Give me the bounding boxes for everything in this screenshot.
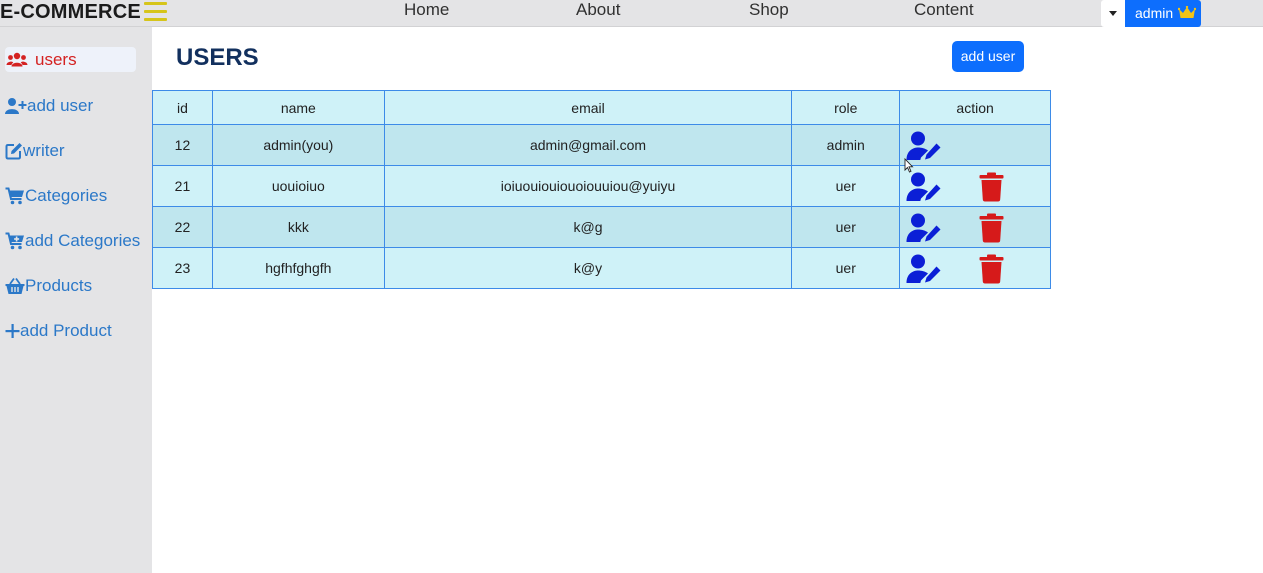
edit-user-icon[interactable] [906, 172, 942, 202]
cell-id: 22 [152, 206, 213, 248]
sidebar-item-add-categories[interactable]: add Categories [5, 228, 140, 253]
cell-name: kkk [211, 206, 385, 248]
edit-user-icon[interactable] [906, 213, 942, 243]
cell-id: 21 [152, 165, 213, 207]
plus-icon [5, 323, 20, 338]
nav-link-shop[interactable]: Shop [749, 0, 789, 22]
sidebar-item-add-user[interactable]: add user [5, 93, 93, 118]
cell-id: 12 [152, 124, 213, 166]
edit-user-icon[interactable] [906, 131, 942, 161]
column-header-role: role [791, 90, 901, 125]
mouse-cursor-icon [904, 158, 914, 173]
cell-role: uer [791, 206, 901, 248]
caret-down-icon [1109, 11, 1117, 16]
cell-action [899, 247, 1051, 289]
sidebar-item-label: users [35, 49, 77, 69]
delete-trash-icon[interactable] [979, 172, 1004, 202]
sidebar-item-label: Products [25, 275, 93, 295]
table-row: 23 hgfhfghgfh k@y uer [152, 247, 1051, 289]
sidebar-item-writer[interactable]: writer [5, 138, 65, 163]
user-plus-icon [5, 97, 27, 114]
cell-action [899, 165, 1051, 207]
cart-plus-icon [5, 232, 24, 249]
cell-id: 23 [152, 247, 213, 289]
sidebar-item-users[interactable]: users [5, 47, 136, 72]
basket-icon [5, 277, 25, 294]
add-user-button[interactable]: add user [952, 41, 1024, 72]
table-row: 21 uouioiuo ioiuouiouiouoiouuiou@yuiyu u… [152, 165, 1051, 207]
sidebar-item-label: Categories [25, 185, 108, 205]
admin-user-label: admin [1135, 5, 1174, 21]
sidebar-item-label: add user [27, 95, 94, 115]
page-title: USERS [176, 44, 259, 71]
edit-user-icon[interactable] [906, 254, 942, 284]
nav-link-home[interactable]: Home [404, 0, 449, 22]
column-header-action: action [899, 90, 1051, 125]
column-header-email: email [383, 90, 793, 125]
table-row: 22 kkk k@g uer [152, 206, 1051, 248]
sidebar-item-add-product[interactable]: add Product [5, 318, 112, 343]
column-header-name: name [211, 90, 385, 125]
cell-role: admin [791, 124, 901, 166]
users-table: id name email role action 12 admin(you) … [152, 90, 1051, 289]
cell-name: admin(you) [211, 124, 385, 166]
top-navbar: E-COMMERCE Home About Shop Content admin [0, 0, 1263, 27]
cell-email: ioiuouiouiouoiouuiou@yuiyu [383, 165, 793, 207]
cell-role: uer [791, 247, 901, 289]
sidebar-item-products[interactable]: Products [5, 273, 92, 298]
sidebar: users add user writer Categories add Cat… [0, 27, 152, 573]
cart-icon [5, 187, 24, 204]
nav-link-about[interactable]: About [576, 0, 620, 22]
delete-trash-icon[interactable] [979, 254, 1004, 284]
cell-email: k@g [383, 206, 793, 248]
sidebar-item-label: add Categories [25, 230, 141, 250]
cell-email: admin@gmail.com [383, 124, 793, 166]
admin-user-button[interactable]: admin [1125, 0, 1201, 27]
cell-role: uer [791, 165, 901, 207]
cell-email: k@y [383, 247, 793, 289]
cell-action [899, 206, 1051, 248]
table-row: 12 admin(you) admin@gmail.com admin [152, 124, 1051, 166]
sidebar-item-categories[interactable]: Categories [5, 183, 107, 208]
users-icon [6, 52, 28, 66]
user-dropdown-toggle[interactable] [1101, 0, 1125, 27]
delete-trash-icon[interactable] [979, 213, 1004, 243]
cell-name: uouioiuo [211, 165, 385, 207]
cell-action [899, 124, 1051, 166]
crown-icon [1178, 6, 1196, 18]
brand-logo[interactable]: E-COMMERCE [0, 0, 141, 25]
nav-link-content[interactable]: Content [914, 0, 974, 22]
pen-square-icon [5, 142, 22, 159]
sidebar-item-label: add Product [20, 320, 112, 340]
table-header-row: id name email role action [152, 90, 1051, 125]
cell-name: hgfhfghgfh [211, 247, 385, 289]
sidebar-item-label: writer [23, 140, 65, 160]
hamburger-menu-icon[interactable] [144, 2, 167, 21]
column-header-id: id [152, 90, 213, 125]
